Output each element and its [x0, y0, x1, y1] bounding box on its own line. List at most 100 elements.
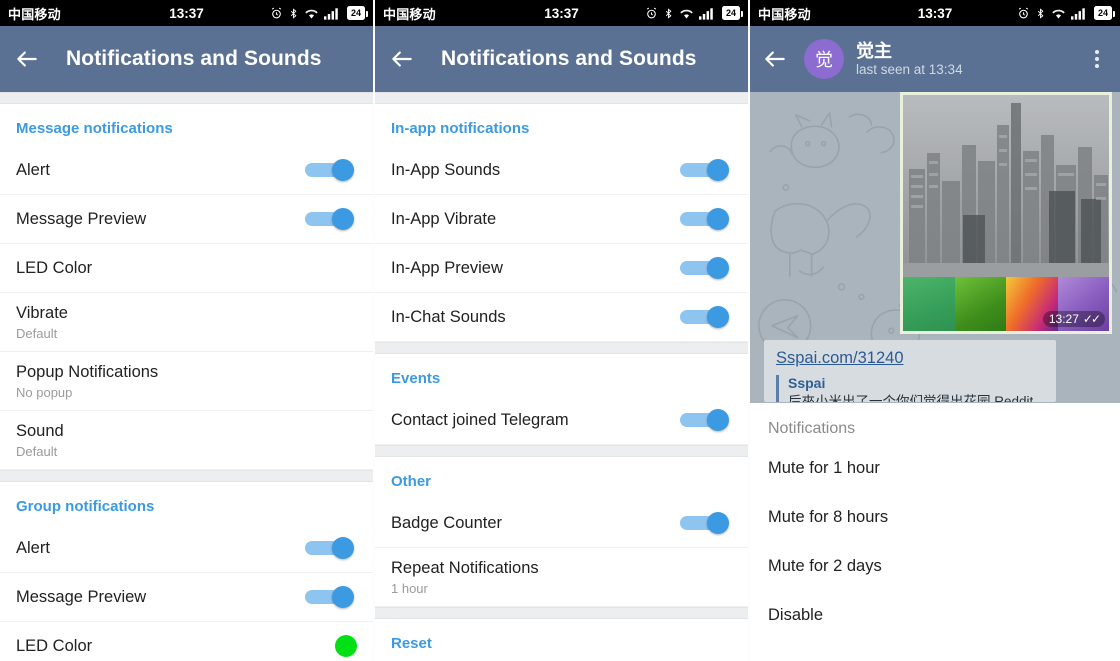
- row-repeat-notifications[interactable]: Repeat Notifications 1 hour: [375, 548, 748, 607]
- toggle-in-app-preview[interactable]: [680, 257, 732, 279]
- green-leaves-thumb[interactable]: [954, 277, 1006, 331]
- signal-icon: [324, 7, 341, 20]
- section-header-group-notifications: Group notifications: [16, 498, 155, 515]
- link-preview-body: Sspai 后來小米出了一个你们觉得出花园 Reddit: [776, 375, 1044, 402]
- kebab-menu-icon[interactable]: [1086, 46, 1108, 72]
- alarm-icon: [270, 7, 283, 20]
- row-contact-joined-telegram[interactable]: Contact joined Telegram: [375, 396, 748, 445]
- row-in-app-vibrate[interactable]: In-App Vibrate: [375, 195, 748, 244]
- section-header-reset[interactable]: Reset: [375, 619, 748, 661]
- row-label: Repeat Notifications: [391, 558, 539, 577]
- bluetooth-icon: [1035, 7, 1046, 20]
- row-message-preview[interactable]: Message Preview: [0, 195, 373, 244]
- row-label: Message Preview: [16, 587, 147, 606]
- chat-header-texts: 觉主 last seen at 13:34: [856, 41, 1086, 78]
- section-header-in-app-notifications: In-app notifications: [391, 120, 530, 137]
- back-arrow-icon[interactable]: [389, 46, 415, 72]
- row-vibrate[interactable]: Vibrate Default: [0, 293, 373, 352]
- status-bar-icons: 24: [645, 6, 743, 20]
- status-bar-icons: 24: [1017, 6, 1115, 20]
- toggle-contact-joined-telegram[interactable]: [680, 409, 732, 431]
- row-label: In-App Preview: [391, 258, 503, 277]
- sheet-item-disable[interactable]: Disable: [768, 591, 1102, 640]
- panel-settings-1: 中国移动 13:37 24 Notifications and Sounds M…: [0, 0, 373, 661]
- row-sublabel: Default: [16, 326, 58, 342]
- back-arrow-icon[interactable]: [762, 46, 788, 72]
- row-group-led-color[interactable]: LED Color: [0, 622, 373, 661]
- row-group-message-preview[interactable]: Message Preview: [0, 573, 373, 622]
- wifi-icon: [1051, 7, 1066, 20]
- page-title: Notifications and Sounds: [66, 47, 322, 70]
- toggle-message-preview[interactable]: [305, 208, 357, 230]
- section-divider: [375, 92, 748, 104]
- link-url[interactable]: Sspai.com/31240: [776, 349, 1044, 368]
- signal-icon: [699, 7, 716, 20]
- alarm-icon: [1017, 7, 1030, 20]
- section-header-other: Other: [391, 473, 432, 490]
- wifi-icon: [304, 7, 319, 20]
- row-led-color[interactable]: LED Color: [0, 244, 373, 293]
- row-label: Message Preview: [16, 209, 147, 228]
- toggle-in-app-sounds[interactable]: [680, 159, 732, 181]
- row-sublabel: No popup: [16, 385, 73, 401]
- row-label: LED Color: [16, 258, 93, 277]
- status-bar: 中国移动 13:37 24: [375, 0, 748, 26]
- app-bar: Notifications and Sounds: [0, 26, 373, 92]
- section-header-events: Events: [391, 370, 441, 387]
- toggle-in-chat-sounds[interactable]: [680, 306, 732, 328]
- chat-app-bar: 觉 觉主 last seen at 13:34: [750, 26, 1120, 92]
- row-popup-notifications[interactable]: Popup Notifications No popup: [0, 352, 373, 411]
- bluetooth-icon: [663, 7, 674, 20]
- toggle-group-alert[interactable]: [305, 537, 357, 559]
- photo-message-bubble[interactable]: 13:27 ✓✓: [900, 92, 1112, 334]
- toggle-badge-counter[interactable]: [680, 512, 732, 534]
- panel-chat: 中国移动 13:37 24 觉 觉主 last seen at 13:34 13…: [748, 0, 1120, 661]
- message-meta: 13:27 ✓✓: [1042, 311, 1105, 327]
- row-label: Vibrate: [16, 303, 68, 322]
- chat-message-area: 13:27 ✓✓ Sspai.com/31240 Sspai 后來小米出了一个你…: [750, 92, 1120, 407]
- row-in-app-preview[interactable]: In-App Preview: [375, 244, 748, 293]
- section-header-message-notifications: Message notifications: [16, 120, 173, 137]
- row-group-alert[interactable]: Alert: [0, 524, 373, 573]
- row-label: Alert: [16, 160, 50, 179]
- battery-icon: 24: [722, 6, 743, 20]
- section-divider: [0, 92, 373, 104]
- battery-icon: 24: [347, 6, 368, 20]
- avatar[interactable]: 觉: [804, 39, 844, 79]
- row-in-chat-sounds[interactable]: In-Chat Sounds: [375, 293, 748, 342]
- led-color-swatch[interactable]: [335, 635, 357, 657]
- three-panel-screenshot: 中国移动 13:37 24 Notifications and Sounds M…: [0, 0, 1120, 661]
- section-divider: [0, 470, 373, 482]
- status-bar-icons: 24: [270, 6, 368, 20]
- row-alert[interactable]: Alert: [0, 146, 373, 195]
- signal-icon: [1071, 7, 1088, 20]
- wifi-icon: [679, 7, 694, 20]
- toggle-group-message-preview[interactable]: [305, 586, 357, 608]
- status-bar: 中国移动 13:37 24: [0, 0, 373, 26]
- photo-thumbnail-strip[interactable]: 13:27 ✓✓: [903, 277, 1109, 331]
- settings-list-2[interactable]: In-app notifications In-App Sounds In-Ap…: [375, 92, 748, 661]
- sheet-item-mute-8-hours[interactable]: Mute for 8 hours: [768, 493, 1102, 542]
- row-label: In-Chat Sounds: [391, 307, 506, 326]
- link-preview-card[interactable]: Sspai.com/31240 Sspai 后來小米出了一个你们觉得出花园 Re…: [764, 340, 1056, 402]
- city-skyline-photo: [903, 95, 1109, 277]
- section-divider: [375, 445, 748, 457]
- row-badge-counter[interactable]: Badge Counter: [375, 499, 748, 548]
- sheet-item-mute-1-hour[interactable]: Mute for 1 hour: [768, 444, 1102, 493]
- row-in-app-sounds[interactable]: In-App Sounds: [375, 146, 748, 195]
- section-divider: [375, 607, 748, 619]
- row-label: Badge Counter: [391, 513, 502, 532]
- back-arrow-icon[interactable]: [14, 46, 40, 72]
- row-sublabel: Default: [16, 444, 58, 460]
- toggle-in-app-vibrate[interactable]: [680, 208, 732, 230]
- settings-list-1[interactable]: Message notifications Alert Message Prev…: [0, 92, 373, 661]
- row-label: Sound: [16, 421, 64, 440]
- row-sound[interactable]: Sound Default: [0, 411, 373, 470]
- sheet-item-mute-2-days[interactable]: Mute for 2 days: [768, 542, 1102, 591]
- toggle-alert[interactable]: [305, 159, 357, 181]
- row-label: Alert: [16, 538, 50, 557]
- purple-geometric-thumb[interactable]: 13:27 ✓✓: [1042, 277, 1109, 331]
- green-grass-thumb[interactable]: [903, 277, 955, 331]
- chat-title: 觉主: [856, 40, 892, 61]
- status-bar: 中国移动 13:37 24: [750, 0, 1120, 26]
